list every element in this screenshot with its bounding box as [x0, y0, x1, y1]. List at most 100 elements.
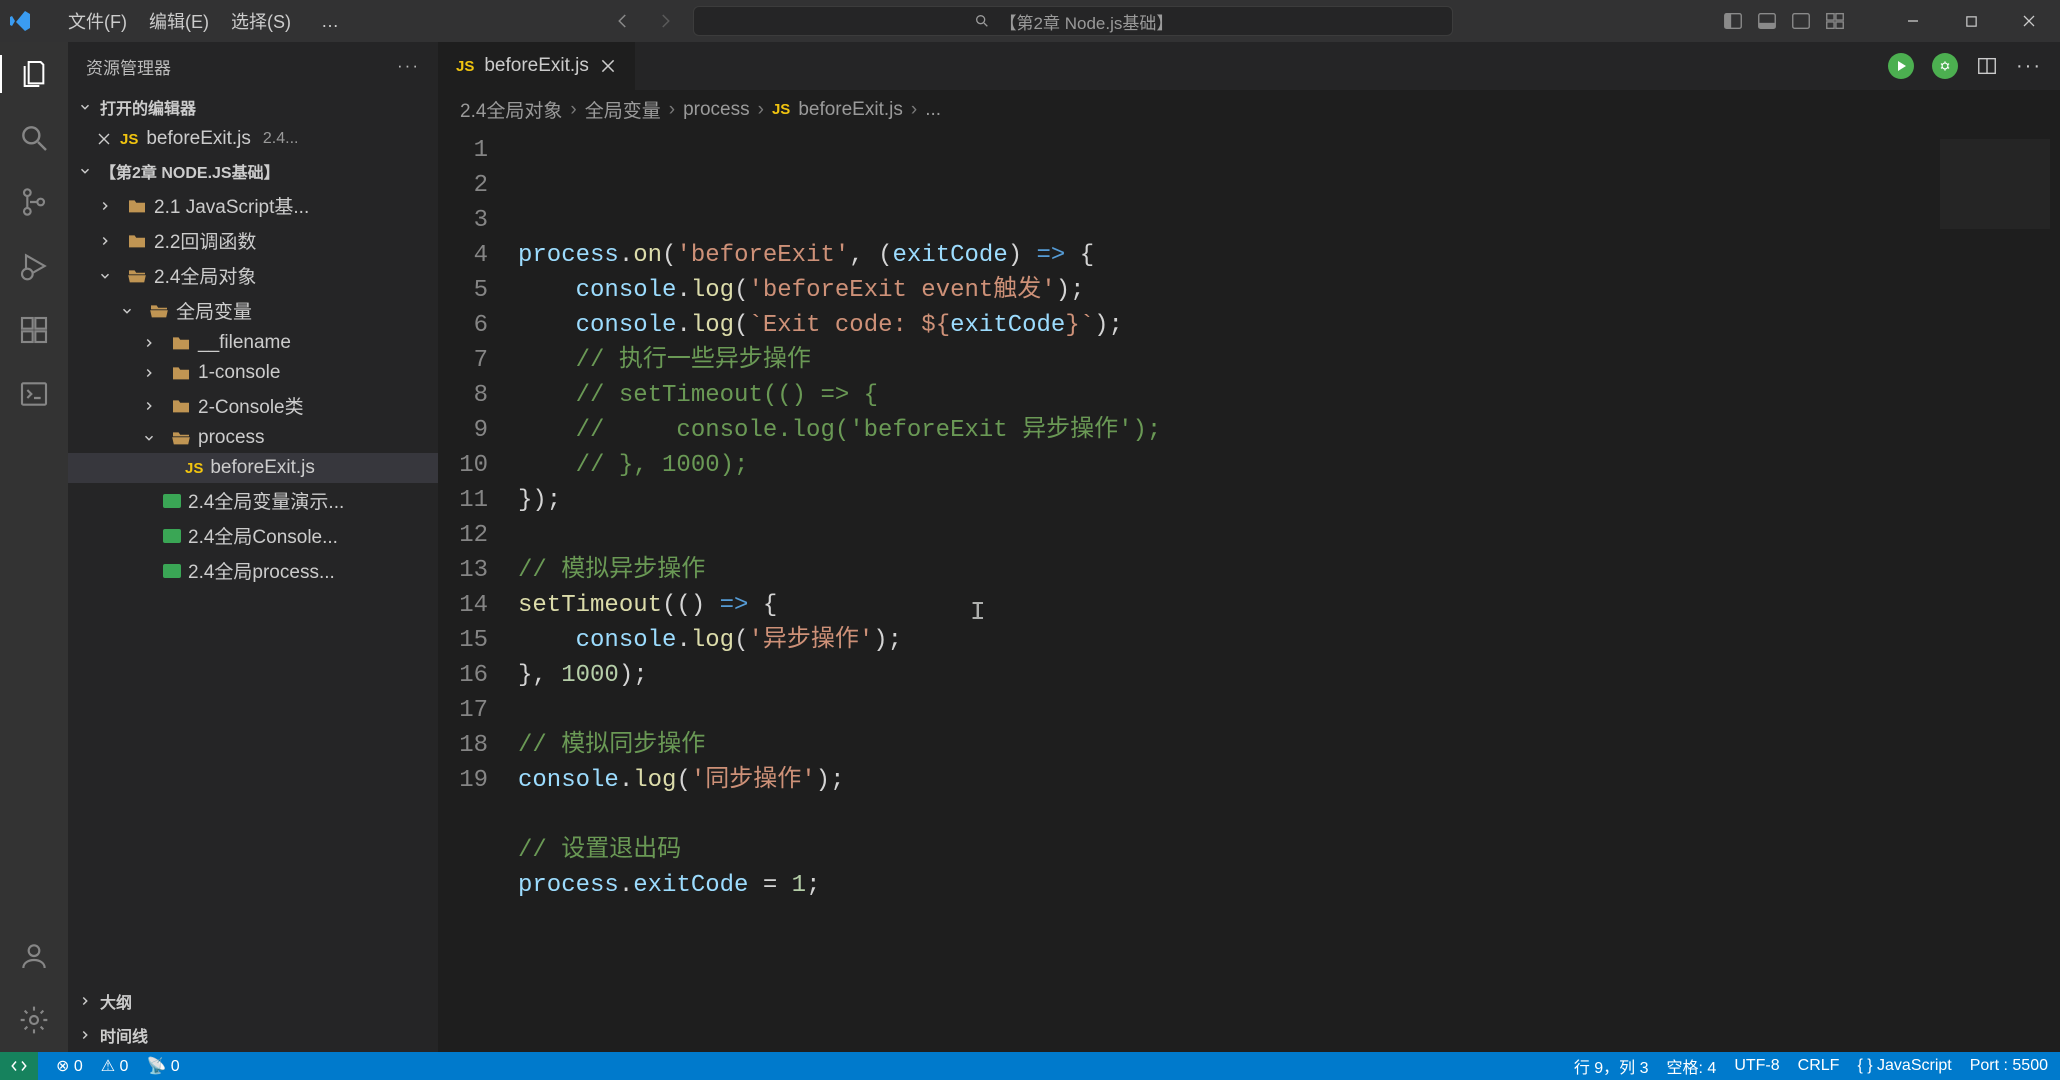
menu-file[interactable]: 文件(F) — [68, 8, 127, 34]
minimap[interactable] — [1930, 129, 2060, 1052]
tab-more-icon[interactable]: ··· — [2016, 55, 2042, 78]
open-editor-item[interactable]: JS beforeExit.js 2.4... — [68, 124, 438, 154]
tree-item[interactable]: 全局变量 — [68, 293, 438, 328]
layout-left-icon[interactable] — [1722, 10, 1744, 32]
chevron-right-icon: › — [758, 99, 764, 121]
tree-item-label: 2.1 JavaScript基... — [154, 192, 309, 219]
outline-header[interactable]: 大纲 — [68, 984, 438, 1018]
tree-item[interactable]: process — [68, 423, 438, 453]
image-file-icon — [163, 494, 181, 508]
tree-item-label: __filename — [198, 332, 291, 354]
chevron-right-icon: › — [570, 99, 576, 121]
js-file-icon: JS — [185, 460, 203, 477]
nav-forward-icon[interactable] — [651, 7, 679, 35]
sidebar: 资源管理器 ··· 打开的编辑器 JS beforeExit.js 2.4...… — [68, 42, 438, 1052]
project-name: 【第2章 NODE.JS基础】 — [100, 159, 280, 183]
tree-item-label: 2.4全局对象 — [154, 262, 256, 289]
window-maximize[interactable] — [1948, 0, 1994, 42]
sidebar-title: 资源管理器 — [86, 54, 171, 79]
debug-button[interactable] — [1932, 53, 1958, 79]
chevron-right-icon — [78, 994, 96, 1008]
tree-item-label: 2.4全局Console... — [188, 522, 338, 549]
image-file-icon — [163, 564, 181, 578]
breadcrumb-segment[interactable]: beforeExit.js — [798, 99, 903, 121]
breadcrumb-segment[interactable]: 2.4全局对象 — [460, 96, 562, 123]
folder-icon — [171, 365, 191, 381]
breadcrumb-segment[interactable]: ... — [925, 99, 941, 121]
status-port[interactable]: Port : 5500 — [1970, 1057, 2048, 1075]
command-center[interactable]: 【第2章 Node.js基础】 — [693, 6, 1453, 36]
tree-item[interactable]: JSbeforeExit.js — [68, 453, 438, 483]
window-close[interactable] — [2006, 0, 2052, 42]
chevron-down-icon — [78, 164, 96, 178]
layout-right-icon[interactable] — [1790, 10, 1812, 32]
vscode-logo-icon — [8, 9, 32, 33]
menu-select[interactable]: 选择(S) — [231, 8, 291, 34]
folder-icon — [127, 198, 147, 214]
activity-settings-icon[interactable] — [16, 1002, 52, 1038]
activity-debug-icon[interactable] — [16, 248, 52, 284]
tree-item[interactable]: 2.4全局process... — [68, 553, 438, 588]
timeline-label: 时间线 — [100, 1023, 148, 1047]
folder-open-icon — [171, 430, 191, 446]
status-errors[interactable]: ⊗ 0 — [56, 1056, 83, 1076]
status-indentation[interactable]: 空格: 4 — [1667, 1054, 1717, 1078]
chevron-right-icon — [78, 1028, 96, 1042]
code-content[interactable]: process.on('beforeExit', (exitCode) => {… — [518, 129, 1930, 1052]
chevron-right-icon: › — [911, 99, 917, 121]
tree-item-label: 2-Console类 — [198, 392, 304, 419]
command-center-text: 【第2章 Node.js基础】 — [1000, 9, 1174, 34]
window-minimize[interactable] — [1890, 0, 1936, 42]
close-icon[interactable] — [599, 57, 617, 75]
line-gutter: 12345678910111213141516171819 — [438, 129, 518, 1052]
editor-body[interactable]: 12345678910111213141516171819 process.on… — [438, 129, 2060, 1052]
status-encoding[interactable]: UTF-8 — [1734, 1057, 1779, 1075]
tree-item[interactable]: 2.1 JavaScript基... — [68, 188, 438, 223]
activity-explorer-icon[interactable] — [16, 56, 52, 92]
activity-scm-icon[interactable] — [16, 184, 52, 220]
text-cursor-icon: I — [970, 595, 986, 630]
editor-tab[interactable]: JS beforeExit.js — [438, 42, 636, 90]
menu-edit[interactable]: 编辑(E) — [149, 8, 209, 34]
activity-bar — [0, 42, 68, 1052]
tree-item[interactable]: 2-Console类 — [68, 388, 438, 423]
close-icon[interactable] — [96, 131, 112, 147]
status-language[interactable]: { } JavaScript — [1857, 1057, 1951, 1075]
tree-item[interactable]: __filename — [68, 328, 438, 358]
menu-more[interactable]: … — [321, 11, 341, 32]
layout-grid-icon[interactable] — [1824, 10, 1846, 32]
activity-terminal-icon[interactable] — [16, 376, 52, 412]
layout-bottom-icon[interactable] — [1756, 10, 1778, 32]
folder-icon — [127, 233, 147, 249]
chevron-right-icon — [98, 234, 116, 248]
breadcrumbs[interactable]: 2.4全局对象 › 全局变量 › process › JS beforeExit… — [438, 90, 2060, 129]
tree-item[interactable]: 1-console — [68, 358, 438, 388]
search-icon — [974, 13, 990, 29]
remote-button[interactable] — [0, 1052, 38, 1080]
status-ports[interactable]: 📡 0 — [146, 1056, 179, 1076]
tree-item[interactable]: 2.4全局Console... — [68, 518, 438, 553]
sidebar-more-icon[interactable]: ··· — [397, 56, 420, 76]
open-editors-header[interactable]: 打开的编辑器 — [68, 90, 438, 124]
nav-back-icon[interactable] — [609, 7, 637, 35]
status-cursor-position[interactable]: 行 9，列 3 — [1574, 1054, 1649, 1078]
tree-item[interactable]: 2.4全局对象 — [68, 258, 438, 293]
breadcrumb-segment[interactable]: 全局变量 — [585, 96, 661, 123]
status-warnings[interactable]: ⚠ 0 — [101, 1056, 129, 1076]
run-button[interactable] — [1888, 53, 1914, 79]
status-eol[interactable]: CRLF — [1798, 1057, 1840, 1075]
breadcrumb-segment[interactable]: process — [683, 99, 750, 121]
sidebar-header: 资源管理器 ··· — [68, 42, 438, 90]
split-editor-icon[interactable] — [1976, 55, 1998, 77]
titlebar: 文件(F) 编辑(E) 选择(S) … 【第2章 Node.js基础】 — [0, 0, 2060, 42]
activity-extensions-icon[interactable] — [16, 312, 52, 348]
chevron-down-icon — [142, 431, 160, 445]
timeline-header[interactable]: 时间线 — [68, 1018, 438, 1052]
chevron-right-icon — [98, 199, 116, 213]
activity-account-icon[interactable] — [16, 938, 52, 974]
project-header[interactable]: 【第2章 NODE.JS基础】 — [68, 154, 438, 188]
activity-search-icon[interactable] — [16, 120, 52, 156]
main-area: 资源管理器 ··· 打开的编辑器 JS beforeExit.js 2.4...… — [0, 42, 2060, 1052]
tree-item[interactable]: 2.4全局变量演示... — [68, 483, 438, 518]
tree-item[interactable]: 2.2回调函数 — [68, 223, 438, 258]
